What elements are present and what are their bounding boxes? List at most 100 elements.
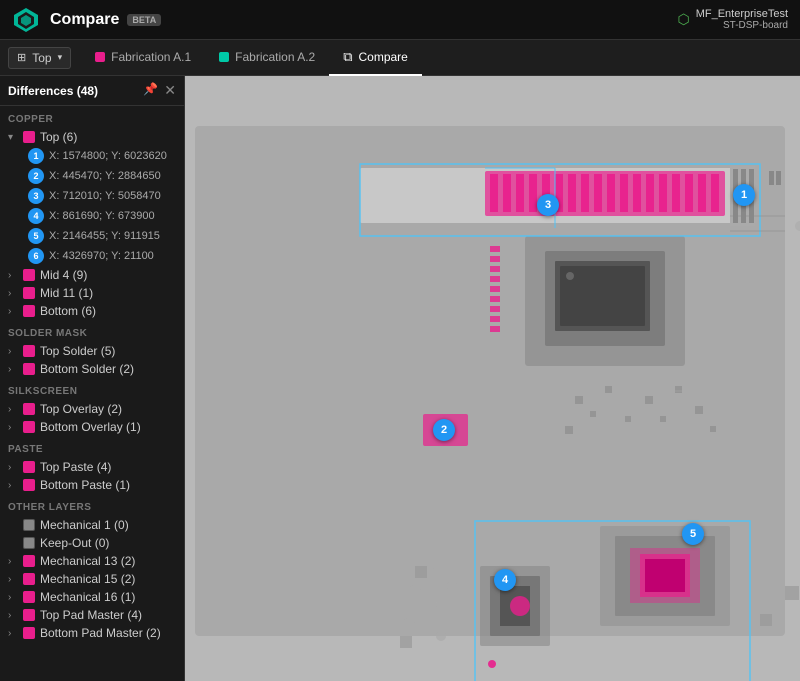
tree-item-top-pad-master[interactable]: › Top Pad Master (4)	[0, 606, 184, 624]
arrow-top: ▾	[8, 132, 18, 143]
top-paste-label: Top Paste (4)	[40, 460, 176, 474]
tree-item-mid11[interactable]: › Mid 11 (1)	[0, 284, 184, 302]
tree-item-top-overlay[interactable]: › Top Overlay (2)	[0, 400, 184, 418]
coord-5: X: 2146455; Y: 911915	[49, 230, 160, 242]
pin-icon[interactable]: 📌	[143, 82, 158, 99]
coord-item-1[interactable]: 1 X: 1574800; Y: 6023620	[0, 146, 184, 166]
bottom-paste-label: Bottom Paste (1)	[40, 478, 176, 492]
tree-item-mech1[interactable]: Mechanical 1 (0)	[0, 516, 184, 534]
tree-item-mid4[interactable]: › Mid 4 (9)	[0, 266, 184, 284]
marker-3[interactable]: 3	[537, 194, 559, 216]
section-paste: PASTE	[0, 436, 184, 458]
file-info: ⬡ MF_EnterpriseTest ST-DSP-board	[677, 8, 788, 31]
arrow-mid11: ›	[8, 288, 18, 299]
arrow-bottom: ›	[8, 306, 18, 317]
main-layout: Differences (48) 📌 ✕ COPPER ▾ Top (6) 1 …	[0, 76, 800, 681]
tree-item-mech16[interactable]: › Mechanical 16 (1)	[0, 588, 184, 606]
diff-title: Differences (48)	[8, 84, 98, 98]
arrow-mid4: ›	[8, 270, 18, 281]
sidebar: Differences (48) 📌 ✕ COPPER ▾ Top (6) 1 …	[0, 76, 185, 681]
tree-item-top-solder[interactable]: › Top Solder (5)	[0, 342, 184, 360]
tab-fab1[interactable]: Fabrication A.1	[81, 40, 205, 76]
top-label: Top (6)	[40, 130, 176, 144]
file-sub: ST-DSP-board	[696, 20, 788, 31]
layer-selector[interactable]: ⊞ Top ▾	[8, 47, 71, 69]
bottom-overlay-label: Bottom Overlay (1)	[40, 420, 176, 434]
tab-fab1-dot	[95, 52, 105, 62]
diff-header: Differences (48) 📌 ✕	[0, 76, 184, 106]
bottom-label: Bottom (6)	[40, 304, 176, 318]
bottom-pad-master-label: Bottom Pad Master (2)	[40, 626, 176, 640]
tree-item-bottom-pad-master[interactable]: › Bottom Pad Master (2)	[0, 624, 184, 642]
badge-5: 5	[28, 228, 44, 244]
pcb-canvas[interactable]: 1 2 3 4 5 6	[185, 76, 800, 681]
coord-item-4[interactable]: 4 X: 861690; Y: 673900	[0, 206, 184, 226]
marker-2[interactable]: 2	[433, 419, 455, 441]
marker-1[interactable]: 1	[733, 184, 755, 206]
badge-6: 6	[28, 248, 44, 264]
section-copper: COPPER	[0, 106, 184, 128]
app-header: Compare BETA ⬡ MF_EnterpriseTest ST-DSP-…	[0, 0, 800, 40]
file-name: MF_EnterpriseTest	[696, 8, 788, 20]
top-solder-label: Top Solder (5)	[40, 344, 176, 358]
coord-3: X: 712010; Y: 5058470	[49, 190, 161, 202]
top-pad-master-label: Top Pad Master (4)	[40, 608, 176, 622]
tree-item-top[interactable]: ▾ Top (6)	[0, 128, 184, 146]
tree-item-mech15[interactable]: › Mechanical 15 (2)	[0, 570, 184, 588]
mid4-icon	[23, 269, 35, 281]
section-solder-mask: SOLDER MASK	[0, 320, 184, 342]
beta-badge: BETA	[127, 14, 161, 26]
layer-selector-icon: ⊞	[17, 51, 26, 64]
compare-icon: ⧉	[343, 49, 352, 65]
tab-fab2[interactable]: Fabrication A.2	[205, 40, 329, 76]
tab-compare-label: Compare	[359, 50, 408, 64]
tab-fab1-label: Fabrication A.1	[111, 50, 191, 64]
diff-actions[interactable]: 📌 ✕	[143, 82, 176, 99]
app-title: Compare	[50, 11, 119, 29]
tree-item-bottom-solder[interactable]: › Bottom Solder (2)	[0, 360, 184, 378]
mech16-label: Mechanical 16 (1)	[40, 590, 176, 604]
layer-selector-label: Top	[32, 51, 51, 65]
chevron-down-icon: ▾	[58, 52, 63, 63]
coord-item-2[interactable]: 2 X: 445470; Y: 2884650	[0, 166, 184, 186]
mech15-label: Mechanical 15 (2)	[40, 572, 176, 586]
file-icon: ⬡	[677, 11, 689, 28]
app-logo	[12, 6, 40, 34]
marker-5[interactable]: 5	[682, 523, 704, 545]
tree-item-top-paste[interactable]: › Top Paste (4)	[0, 458, 184, 476]
tabbar: ⊞ Top ▾ Fabrication A.1 Fabrication A.2 …	[0, 40, 800, 76]
pcb-svg	[185, 76, 800, 681]
mid11-icon	[23, 287, 35, 299]
tree-item-bottom[interactable]: › Bottom (6)	[0, 302, 184, 320]
coord-2: X: 445470; Y: 2884650	[49, 170, 161, 182]
marker-4[interactable]: 4	[494, 569, 516, 591]
coord-item-3[interactable]: 3 X: 712010; Y: 5058470	[0, 186, 184, 206]
mech13-label: Mechanical 13 (2)	[40, 554, 176, 568]
coord-item-6[interactable]: 6 X: 4326970; Y: 21100	[0, 246, 184, 266]
tree-item-keepout[interactable]: Keep-Out (0)	[0, 534, 184, 552]
badge-1: 1	[28, 148, 44, 164]
coord-item-5[interactable]: 5 X: 2146455; Y: 911915	[0, 226, 184, 246]
tab-compare[interactable]: ⧉ Compare	[329, 40, 422, 76]
top-overlay-label: Top Overlay (2)	[40, 402, 176, 416]
coord-6: X: 4326970; Y: 21100	[49, 250, 154, 262]
coord-1: X: 1574800; Y: 6023620	[49, 150, 167, 162]
section-other: OTHER LAYERS	[0, 494, 184, 516]
badge-2: 2	[28, 168, 44, 184]
tab-fab2-label: Fabrication A.2	[235, 50, 315, 64]
section-silkscreen: SILKSCREEN	[0, 378, 184, 400]
top-layer-icon	[23, 131, 35, 143]
close-icon[interactable]: ✕	[164, 82, 176, 99]
badge-3: 3	[28, 188, 44, 204]
tree-item-bottom-paste[interactable]: › Bottom Paste (1)	[0, 476, 184, 494]
tab-fab2-dot	[219, 52, 229, 62]
mech1-label: Mechanical 1 (0)	[40, 518, 176, 532]
coord-4: X: 861690; Y: 673900	[49, 210, 155, 222]
bottom-icon	[23, 305, 35, 317]
badge-4: 4	[28, 208, 44, 224]
bottom-solder-label: Bottom Solder (2)	[40, 362, 176, 376]
tree-item-bottom-overlay[interactable]: › Bottom Overlay (1)	[0, 418, 184, 436]
mid11-label: Mid 11 (1)	[40, 286, 176, 300]
tree-item-mech13[interactable]: › Mechanical 13 (2)	[0, 552, 184, 570]
keepout-label: Keep-Out (0)	[40, 536, 176, 550]
